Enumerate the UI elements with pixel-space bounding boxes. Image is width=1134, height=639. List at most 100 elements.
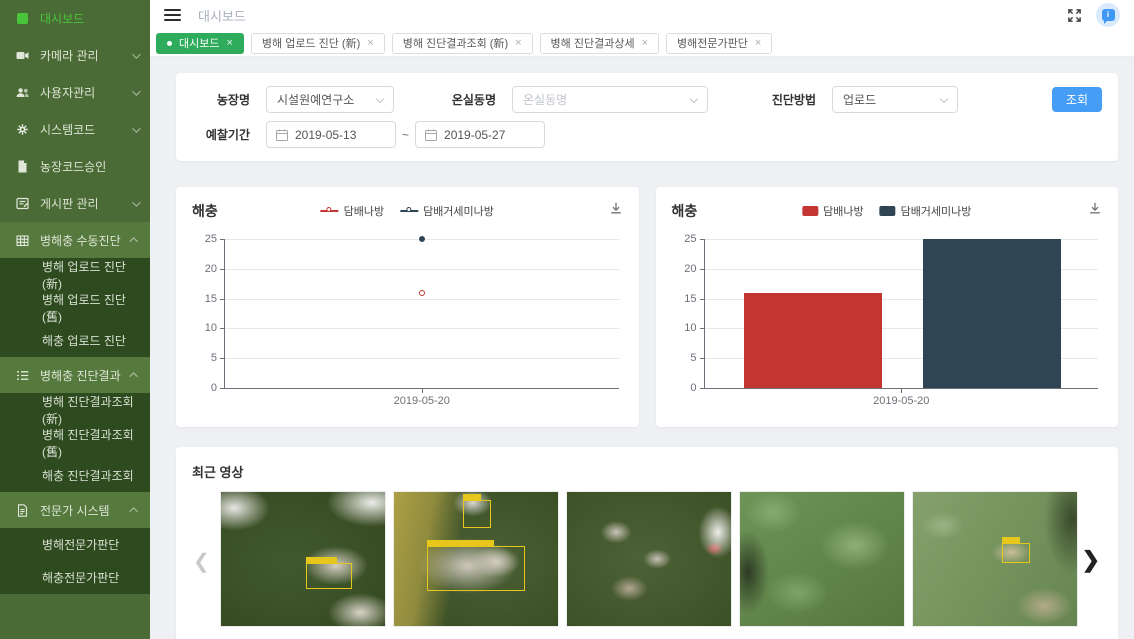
sidebar-item-10[interactable]: 병해충 진단결과 <box>0 357 150 393</box>
x-axis-label: 2019-05-20 <box>873 395 929 407</box>
carousel-next-icon[interactable]: ❯ <box>1082 547 1100 573</box>
period-separator: ~ <box>402 128 409 142</box>
tab-close-icon[interactable]: × <box>755 37 761 49</box>
calendar-icon <box>276 129 288 141</box>
sidebar-item-3[interactable]: 시스템코드 <box>0 111 150 148</box>
tab-close-icon[interactable]: × <box>226 37 232 49</box>
sidebar-item-label: 농장코드승인 <box>40 158 106 175</box>
greenhouse-select[interactable]: 온실동명 <box>512 86 708 113</box>
carousel-prev-icon[interactable]: ❮ <box>193 549 210 574</box>
sidebar-item-14[interactable]: 전문가 시스템 <box>0 492 150 528</box>
chevron-down-icon <box>376 95 384 103</box>
y-axis-label: 20 <box>205 263 217 275</box>
sidebar-item-label: 해충전문가판단 <box>42 569 119 586</box>
chevron-down-icon <box>132 87 140 95</box>
sidebar-item-12[interactable]: 병해 진단결과조회 (舊) <box>0 426 150 459</box>
tab-close-icon[interactable]: × <box>367 37 373 49</box>
y-axis-tick <box>700 328 705 329</box>
sidebar-item-9[interactable]: 해충 업로드 진단 <box>0 324 150 357</box>
content-area: 농장명 시설원예연구소 온실동명 온실동명 진단방법 업로드 조회 예찰기간 <box>150 58 1134 639</box>
y-axis-label: 10 <box>684 322 696 334</box>
sidebar-item-6[interactable]: 병해충 수동진단 <box>0 222 150 258</box>
recent-image-2[interactable] <box>393 491 559 627</box>
camera-icon <box>15 49 29 63</box>
sidebar-item-11[interactable]: 병해 진단결과조회 (新) <box>0 393 150 426</box>
sidebar-item-15[interactable]: 병해전문가판단 <box>0 528 150 561</box>
tab-2[interactable]: 병해 진단결과조회 (新)× <box>392 33 533 54</box>
recent-image-4[interactable] <box>739 491 905 627</box>
sidebar-item-8[interactable]: 병해 업로드 진단 (舊) <box>0 291 150 324</box>
y-axis-tick <box>220 299 225 300</box>
y-axis-tick <box>220 328 225 329</box>
chat-bubble-icon: i <box>1102 9 1115 21</box>
file-icon <box>15 503 29 517</box>
y-axis-tick <box>700 358 705 359</box>
sidebar-item-2[interactable]: 사용자관리 <box>0 74 150 111</box>
data-point-담배거세미나방[interactable] <box>419 236 425 242</box>
y-axis-label: 15 <box>205 293 217 305</box>
image-carousel <box>220 491 1078 627</box>
tab-label: 대시보드 <box>179 35 219 51</box>
dashboard-icon <box>15 12 29 26</box>
bar-담배나방[interactable] <box>744 293 882 388</box>
active-tab-dot <box>167 41 172 46</box>
farm-name-select[interactable]: 시설원예연구소 <box>266 86 394 113</box>
sidebar-item-5[interactable]: 게시판 관리 <box>0 185 150 222</box>
fullscreen-icon[interactable] <box>1067 8 1082 23</box>
y-axis-tick <box>700 299 705 300</box>
recent-image-1[interactable] <box>220 491 386 627</box>
period-to-input[interactable]: 2019-05-27 <box>415 121 545 148</box>
legend-item[interactable]: 담배나방 <box>802 203 863 219</box>
sidebar-item-label: 병해 진단결과조회 (舊) <box>42 426 138 460</box>
download-icon[interactable] <box>609 201 623 218</box>
list-icon <box>15 368 29 382</box>
y-axis-label: 0 <box>211 382 217 394</box>
recent-image-3[interactable] <box>566 491 732 627</box>
tab-close-icon[interactable]: × <box>515 37 521 49</box>
recent-image-5[interactable] <box>912 491 1078 627</box>
board-icon <box>15 197 29 211</box>
sidebar-item-4[interactable]: 농장코드승인 <box>0 148 150 185</box>
pest-scatter-chart-card: 해충 담배나방담배거세미나방 05101520252019-05-20 <box>176 187 639 427</box>
recent-images-title: 최근 영상 <box>192 462 1118 481</box>
tab-close-icon[interactable]: × <box>642 37 648 49</box>
x-axis-tick <box>422 388 423 393</box>
tab-3[interactable]: 병해 진단결과상세× <box>540 33 659 54</box>
tab-0[interactable]: 대시보드 × <box>156 33 244 54</box>
sidebar-item-label: 병해전문가판단 <box>42 536 119 553</box>
sidebar-item-16[interactable]: 해충전문가판단 <box>0 561 150 594</box>
search-button[interactable]: 조회 <box>1052 87 1102 112</box>
sidebar-item-7[interactable]: 병해 업로드 진단 (新) <box>0 258 150 291</box>
sidebar-item-1[interactable]: 카메라 관리 <box>0 37 150 74</box>
y-axis-tick <box>700 239 705 240</box>
legend-item[interactable]: 담배나방 <box>321 203 384 219</box>
gear-icon <box>15 123 29 137</box>
bar-담배거세미나방[interactable] <box>923 239 1061 388</box>
legend-label: 담배나방 <box>823 203 863 219</box>
sidebar-item-label: 게시판 관리 <box>40 195 99 212</box>
y-axis-label: 5 <box>690 352 696 364</box>
period-label: 예찰기간 <box>192 126 250 143</box>
method-select[interactable]: 업로드 <box>832 86 958 113</box>
period-from-input[interactable]: 2019-05-13 <box>266 121 396 148</box>
chat-info-button[interactable]: i <box>1096 3 1120 27</box>
y-axis-label: 25 <box>684 233 696 245</box>
download-icon[interactable] <box>1088 201 1102 218</box>
chevron-down-icon <box>940 95 948 103</box>
data-point-담배나방[interactable] <box>419 290 425 296</box>
sidebar-item-label: 병해 진단결과조회 (新) <box>42 393 138 427</box>
chevron-down-icon <box>132 198 140 206</box>
y-axis-label: 10 <box>205 322 217 334</box>
calendar-icon <box>425 129 437 141</box>
document-icon <box>15 160 29 174</box>
sidebar-item-13[interactable]: 해충 진단결과조회 <box>0 459 150 492</box>
tab-1[interactable]: 병해 업로드 진단 (新)× <box>251 33 385 54</box>
legend-item[interactable]: 담배거세미나방 <box>400 203 494 219</box>
gridline <box>225 269 619 270</box>
tab-4[interactable]: 병해전문가판단× <box>666 33 772 54</box>
legend-item[interactable]: 담배거세미나방 <box>880 203 972 219</box>
hamburger-menu-icon[interactable] <box>164 9 181 21</box>
legend-label: 담배거세미나방 <box>423 203 494 219</box>
tab-bar: 대시보드×병해 업로드 진단 (新)×병해 진단결과조회 (新)×병해 진단결과… <box>150 30 1134 57</box>
sidebar-item-0[interactable]: 대시보드 <box>0 0 150 37</box>
